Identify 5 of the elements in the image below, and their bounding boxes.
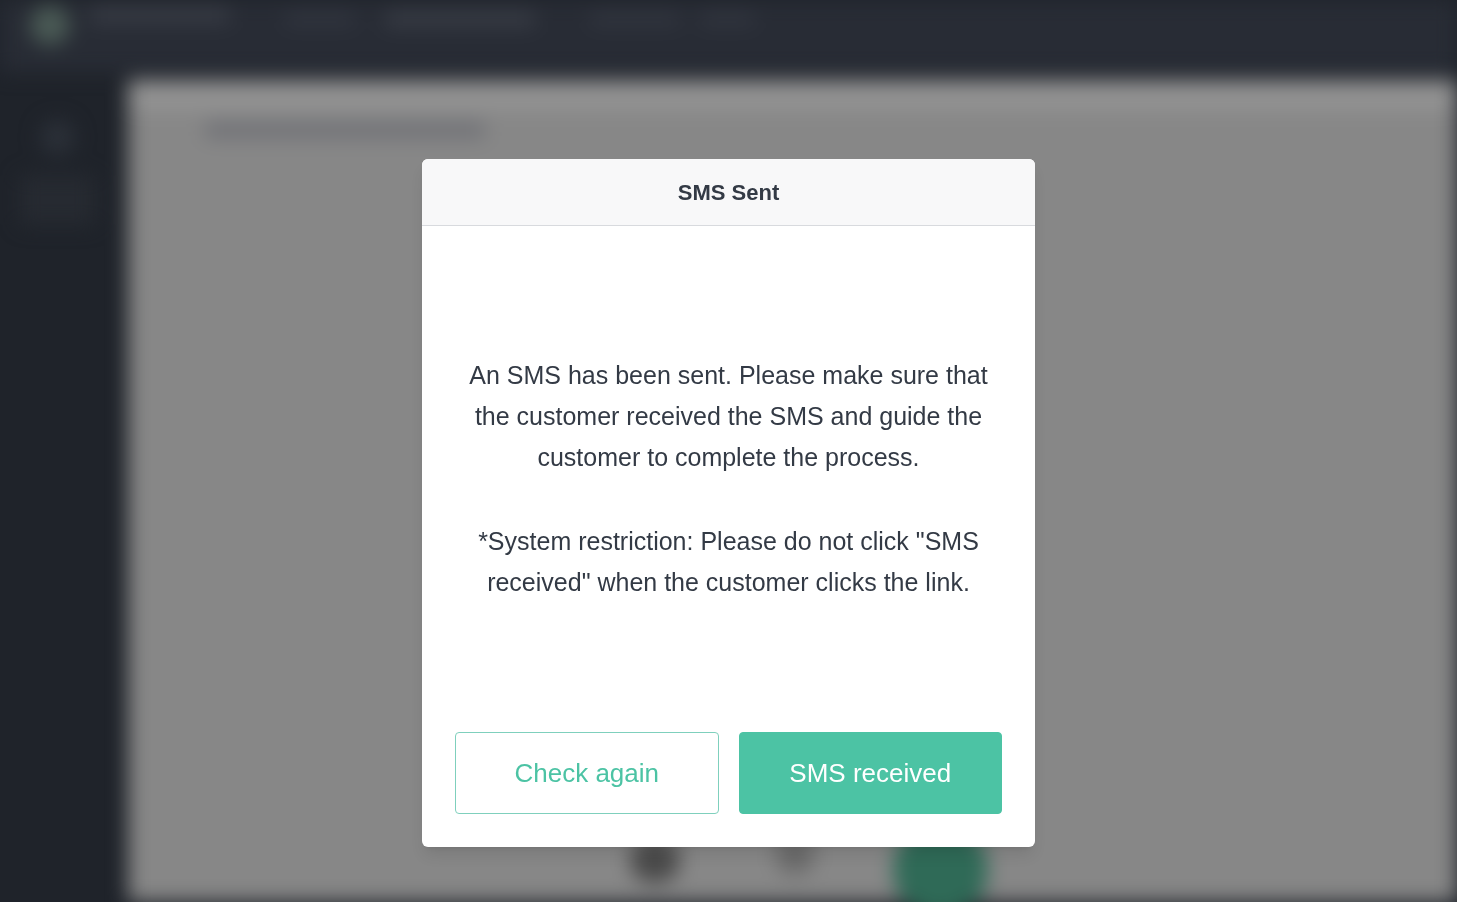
- outline-button[interactable]: Check again: [455, 732, 719, 814]
- dialog-message: *System restriction: Please do not click "SMS received" when the customer clicks the link.: [477, 526, 980, 598]
- dialog-message: An SMS has been sent. Please make sure that the customer received the SMS and guide the customer to complete the process.: [468, 360, 989, 473]
- primary-button[interactable]: SMS received: [738, 732, 1002, 814]
- dialog-title: SMS Sent: [677, 178, 780, 207]
